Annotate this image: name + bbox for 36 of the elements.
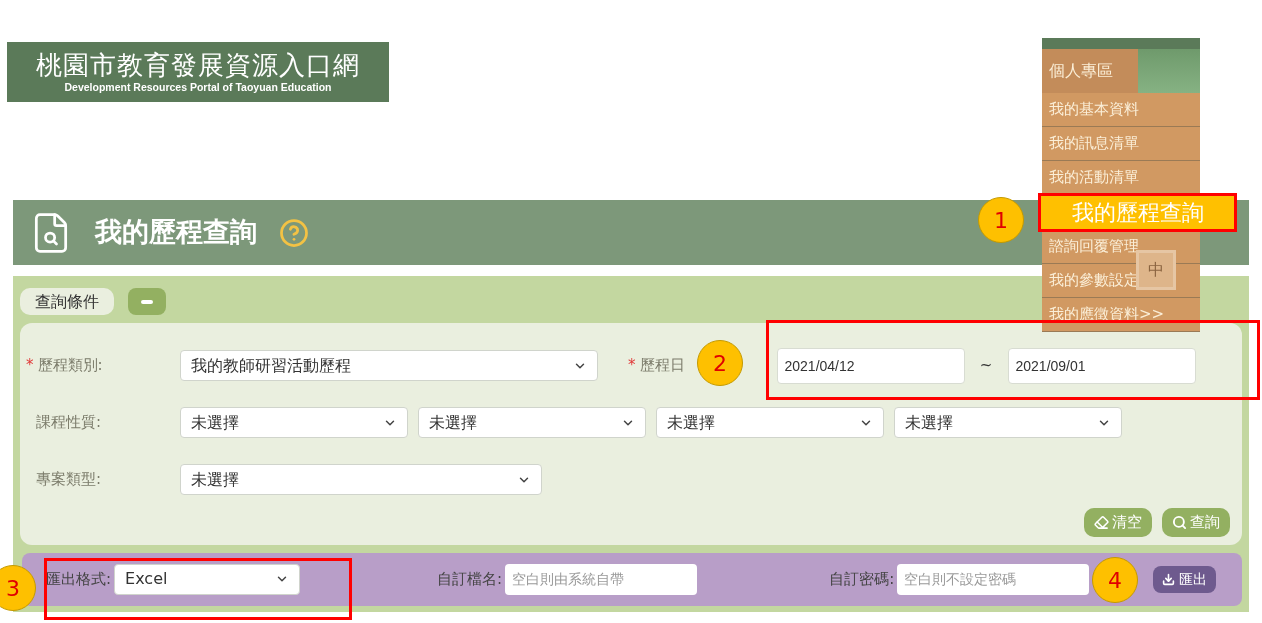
field-label: 歷程類別: [37,355,103,377]
select-field[interactable]: 未選擇 [180,407,408,438]
field-label: 專案類型: [36,469,102,491]
eraser-icon [1094,515,1109,530]
field-label: 匯出格式: [46,569,112,591]
required-asterisk: * [26,355,34,377]
password-field[interactable]: 空白則不設定密碼 [897,563,1090,595]
search-button[interactable]: 查詢 [1162,508,1230,537]
search-icon [1172,515,1187,530]
select-field[interactable]: 未選擇 [180,464,542,495]
select-field[interactable]: 未選擇 [894,407,1122,438]
help-icon[interactable] [279,217,309,248]
field-label: 自訂檔名: [437,569,503,591]
start-date-field[interactable]: 2021/04/12 [776,347,965,384]
range-separator: ~ [978,355,994,377]
required-asterisk: * [628,355,636,377]
field-label: 自訂密碼: [829,569,895,591]
field-label: 歷程日 [639,355,685,377]
collapse-button[interactable] [128,288,166,315]
logo-banner[interactable]: 桃園市教育發展資源入口網 Development Resources Portal of Taoyuan Education [7,42,389,102]
logo-subtitle: Development Resources Portal of Taoyuan Education [64,80,332,94]
clear-button[interactable]: 清空 [1084,508,1152,537]
language-button[interactable]: 中 [1136,250,1176,290]
page-title: 我的歷程查詢 [95,215,257,250]
field-label: 課程性質: [36,412,102,434]
select-field[interactable]: 未選擇 [656,407,884,438]
end-date-field[interactable]: 2021/09/01 [1007,347,1196,384]
select-field[interactable]: 未選擇 [418,407,646,438]
export-button[interactable]: 匯出 [1153,565,1216,593]
logo-title: 桃園市教育發展資源入口網 [36,50,360,80]
menu-heading: 個人專區 [1042,49,1138,93]
minus-icon [141,299,153,304]
select-field[interactable]: Excel [114,563,301,595]
select-field[interactable]: 我的教師研習活動歷程 [180,350,598,381]
download-icon [1162,572,1175,586]
filename-field[interactable]: 空白則由系統自帶 [505,563,698,595]
